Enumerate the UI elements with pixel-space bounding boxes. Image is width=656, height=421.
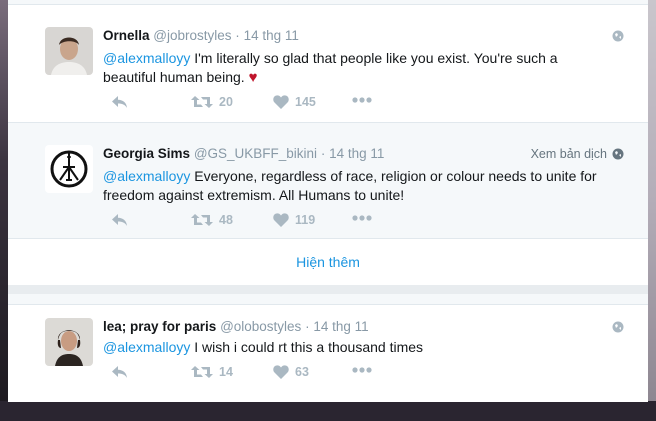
like-count: 145	[295, 95, 316, 109]
tweet-body: I wish i could rt this a thousand times	[190, 339, 424, 355]
conversation-card: lea; pray for paris @olobostyles · 14 th…	[8, 304, 648, 402]
timeline-panel: Ornella @jobrostyles · 14 thg 11 @alexma…	[8, 0, 648, 402]
translate-link[interactable]: Xem bản dịch	[531, 147, 607, 161]
tweet-item[interactable]: Georgia Sims @GS_UKBFF_bikini · 14 thg 1…	[8, 122, 648, 240]
like-count: 119	[295, 213, 316, 227]
more-button[interactable]	[352, 367, 372, 373]
more-icon	[352, 367, 372, 373]
retweet-icon	[191, 214, 213, 226]
retweet-icon	[191, 96, 213, 108]
like-button[interactable]: 145	[273, 95, 316, 109]
separator: ·	[235, 28, 240, 43]
timestamp[interactable]: 14 thg 11	[244, 28, 299, 43]
mention-link[interactable]: @alexmalloyy	[103, 50, 190, 66]
reply-icon	[112, 366, 127, 378]
show-more-label: Hiện thêm	[296, 254, 360, 270]
user-handle[interactable]: @olobostyles	[220, 319, 301, 334]
reply-icon	[112, 214, 127, 226]
like-count: 63	[295, 365, 309, 379]
show-more-button[interactable]: Hiện thêm	[8, 238, 648, 286]
retweet-count: 20	[219, 95, 233, 109]
tweet-text: @alexmalloyy I'm literally so glad that …	[103, 49, 613, 87]
timestamp[interactable]: 14 thg 11	[313, 319, 368, 334]
user-name[interactable]: lea; pray for paris	[103, 319, 216, 334]
globe-icon[interactable]	[612, 321, 624, 333]
tweet-header: Georgia Sims @GS_UKBFF_bikini · 14 thg 1…	[103, 146, 384, 161]
user-name[interactable]: Ornella	[103, 28, 150, 43]
globe-icon[interactable]	[612, 148, 624, 160]
tweet-item[interactable]: lea; pray for paris @olobostyles · 14 th…	[8, 305, 648, 421]
more-button[interactable]	[352, 215, 372, 221]
like-button[interactable]: 63	[273, 365, 309, 379]
user-handle[interactable]: @GS_UKBFF_bikini	[194, 146, 317, 161]
card-separator	[8, 285, 648, 294]
more-icon	[352, 97, 372, 103]
tweet-text: @alexmalloyy Everyone, regardless of rac…	[103, 167, 613, 205]
user-name[interactable]: Georgia Sims	[103, 146, 190, 161]
tweet-header: Ornella @jobrostyles · 14 thg 11	[103, 28, 299, 43]
avatar[interactable]	[45, 145, 93, 193]
retweet-button[interactable]: 14	[191, 365, 233, 379]
more-button[interactable]	[352, 97, 372, 103]
background-left-edge	[0, 0, 8, 401]
tweet-header: lea; pray for paris @olobostyles · 14 th…	[103, 319, 369, 334]
reply-button[interactable]	[111, 213, 129, 227]
mention-link[interactable]: @alexmalloyy	[103, 339, 190, 355]
background-right-edge	[648, 0, 656, 401]
timestamp[interactable]: 14 thg 11	[329, 146, 384, 161]
globe-icon[interactable]	[612, 30, 624, 42]
retweet-count: 48	[219, 213, 233, 227]
retweet-icon	[191, 366, 213, 378]
avatar[interactable]	[45, 27, 93, 75]
reply-icon	[112, 96, 127, 108]
reply-button[interactable]	[111, 95, 129, 109]
user-handle[interactable]: @jobrostyles	[153, 28, 231, 43]
like-button[interactable]: 119	[273, 213, 315, 227]
retweet-button[interactable]: 20	[191, 95, 233, 109]
retweet-count: 14	[219, 365, 233, 379]
heart-emoji: ♥	[248, 69, 258, 86]
separator: ·	[305, 319, 310, 334]
more-icon	[352, 215, 372, 221]
heart-icon	[273, 213, 289, 227]
heart-icon	[273, 95, 289, 109]
tweet-item[interactable]: Ornella @jobrostyles · 14 thg 11 @alexma…	[8, 5, 648, 121]
avatar[interactable]	[45, 318, 93, 366]
separator: ·	[320, 146, 326, 161]
retweet-button[interactable]: 48	[191, 213, 233, 227]
mention-link[interactable]: @alexmalloyy	[103, 168, 190, 184]
tweet-text: @alexmalloyy I wish i could rt this a th…	[103, 338, 613, 357]
heart-icon	[273, 365, 289, 379]
reply-button[interactable]	[111, 365, 129, 379]
